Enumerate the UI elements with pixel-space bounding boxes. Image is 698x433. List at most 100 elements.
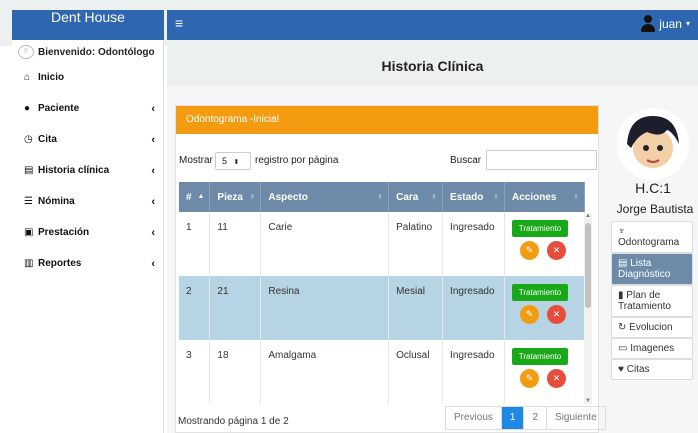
cell-pieza: 18 xyxy=(209,340,262,404)
home-icon: ⌂ xyxy=(24,72,31,83)
clock-icon: ◷ xyxy=(24,134,33,145)
col-pieza-label: Pieza xyxy=(217,191,243,203)
previous-button[interactable]: Previous xyxy=(446,407,502,429)
delete-icon[interactable]: ✕ xyxy=(547,369,566,388)
show-label: Mostrar xyxy=(179,155,213,166)
table-scrollbar[interactable]: ▲ ▼ xyxy=(584,213,592,404)
page-size-select[interactable]: 5 ⬍ xyxy=(215,152,251,170)
patient-menu-citas[interactable]: ♥ Citas xyxy=(611,359,693,380)
col-num-label: # xyxy=(186,191,192,203)
scroll-thumb[interactable] xyxy=(585,223,591,308)
chevron-left-icon: ‹ xyxy=(151,102,155,115)
clipboard-icon: ▮ xyxy=(618,290,624,301)
patient-menu-imagenes[interactable]: ▭ Imagenes xyxy=(611,338,693,359)
col-acciones-label: Acciones xyxy=(512,191,557,203)
col-cara[interactable]: Cara ⬍ xyxy=(388,182,444,212)
list-icon: ☰ xyxy=(24,196,33,207)
user-icon xyxy=(641,15,656,32)
brand-logo[interactable]: Dent House xyxy=(12,9,164,40)
scroll-up-icon[interactable]: ▲ xyxy=(585,213,591,219)
user-name: juan xyxy=(659,16,682,31)
sidebar-item-paciente[interactable]: ● Paciente ‹ xyxy=(12,93,163,124)
page-2-button[interactable]: 2 xyxy=(524,407,548,429)
cell-aspecto: Resina xyxy=(260,276,390,340)
cell-num: 3 xyxy=(179,340,211,404)
navbar: ≡ juan ▾ xyxy=(167,10,698,40)
edit-icon[interactable]: ✎ xyxy=(520,369,539,388)
page-size-value: 5 xyxy=(222,156,228,166)
cell-cara: Mesial xyxy=(388,276,444,340)
delete-icon[interactable]: ✕ xyxy=(547,305,566,324)
report-icon: ▥ xyxy=(24,258,34,269)
cell-acciones: Tratamiento ✎ ✕ xyxy=(504,212,585,276)
pagination: Previous 1 2 Siguiente xyxy=(445,406,606,430)
cell-estado: Ingresado xyxy=(442,340,505,404)
table-row[interactable]: 1 11 Carie Palatino Ingresado Tratamiento ✎ ✕ xyxy=(179,212,585,276)
per-page-label: registro por página xyxy=(255,155,339,166)
col-num[interactable]: # ▲ xyxy=(179,182,211,212)
page-1-button[interactable]: 1 xyxy=(501,407,525,429)
sidebar-item-label: Nómina xyxy=(38,196,75,207)
col-pieza[interactable]: Pieza ⬍ xyxy=(209,182,262,212)
edit-icon[interactable]: ✎ xyxy=(520,305,539,324)
treatment-button[interactable]: Tratamiento xyxy=(512,348,568,365)
odontograma-card: Odontograma -Inicial Mostrar 5 ⬍ registr… xyxy=(175,105,599,433)
cell-pieza: 11 xyxy=(209,212,262,276)
sidebar-item-label: Prestación xyxy=(38,227,90,238)
welcome-block: 🦷 Bienvenido: Odontólogo xyxy=(12,40,163,62)
sort-icon: ⬍ xyxy=(431,194,438,201)
cell-cara: Palatino xyxy=(388,212,444,276)
pagination-info: Mostrando página 1 de 2 xyxy=(178,416,289,427)
treatment-button[interactable]: Tratamiento xyxy=(512,284,568,301)
sidebar-item-cita[interactable]: ◷ Cita ‹ xyxy=(12,124,163,155)
medkit-icon: ▣ xyxy=(24,227,34,238)
col-acciones[interactable]: Acciones ⬍ xyxy=(504,182,585,212)
cell-estado: Ingresado xyxy=(442,276,505,340)
odontograma-table: # ▲ Pieza ⬍ Aspecto ⬍ Cara ⬍ Estado ⬍ Accione… xyxy=(179,182,585,404)
patient-menu-lista-diagn-stico[interactable]: ▤ Lista Diagnóstico xyxy=(611,253,693,285)
cell-pieza: 21 xyxy=(209,276,262,340)
patient-menu-label: Citas xyxy=(626,364,650,375)
sidebar: 🦷 Bienvenido: Odontólogo ⌂ Inicio ● Pacient… xyxy=(12,40,164,433)
search-input[interactable] xyxy=(486,150,597,170)
sidebar-item-label: Inicio xyxy=(38,72,65,83)
list-icon: ▤ xyxy=(618,258,628,269)
chevron-left-icon: ‹ xyxy=(151,257,155,270)
search-label: Buscar xyxy=(450,155,482,166)
col-aspecto[interactable]: Aspecto ⬍ xyxy=(260,182,390,212)
page-title: Historia Clínica xyxy=(167,46,698,86)
patient-menu-plan-de-tratamiento[interactable]: ▮ Plan de Tratamiento xyxy=(611,285,693,317)
edit-icon[interactable]: ✎ xyxy=(520,241,539,260)
sort-icon: ⬍ xyxy=(377,194,384,201)
chevron-left-icon: ‹ xyxy=(151,164,155,177)
refresh-icon: ↻ xyxy=(618,322,627,333)
cell-acciones: Tratamiento ✎ ✕ xyxy=(504,340,585,404)
next-button[interactable]: Siguiente xyxy=(547,407,605,429)
tooth-icon: ♆ xyxy=(618,226,626,237)
user-menu[interactable]: juan ▾ xyxy=(641,15,690,32)
patient-menu-odontograma[interactable]: ♆ Odontograma xyxy=(611,221,693,253)
scroll-down-icon[interactable]: ▼ xyxy=(585,398,591,404)
sidebar-item-reportes[interactable]: ▥ Reportes ‹ xyxy=(12,248,163,279)
sidebar-item-historiaclnica[interactable]: ▤ Historia clínica ‹ xyxy=(12,155,163,186)
patient-menu-label: Odontograma xyxy=(618,237,680,248)
treatment-button[interactable]: Tratamiento xyxy=(512,220,568,237)
hamburger-menu-icon[interactable]: ≡ xyxy=(175,15,183,31)
cell-aspecto: Carie xyxy=(260,212,390,276)
sidebar-item-inicio[interactable]: ⌂ Inicio xyxy=(12,62,163,93)
col-estado[interactable]: Estado ⬍ xyxy=(442,182,505,212)
clinic-logo-icon: 🦷 xyxy=(18,45,34,59)
table-row[interactable]: 3 18 Amalgama Oclusal Ingresado Tratamiento ✎ ✕ xyxy=(179,340,585,404)
sidebar-item-prestacin[interactable]: ▣ Prestación ‹ xyxy=(12,217,163,248)
patient-menu-evolucion[interactable]: ↻ Evolucion xyxy=(611,317,693,338)
table-row[interactable]: 2 21 Resina Mesial Ingresado Tratamiento ✎ ✕ xyxy=(179,276,585,340)
sidebar-item-label: Historia clínica xyxy=(38,165,110,176)
cell-cara: Oclusal xyxy=(388,340,444,404)
col-estado-label: Estado xyxy=(450,191,484,203)
delete-icon[interactable]: ✕ xyxy=(547,241,566,260)
patient-avatar xyxy=(617,108,689,180)
sidebar-item-label: Paciente xyxy=(38,103,80,114)
sidebar-item-nmina[interactable]: ☰ Nómina ‹ xyxy=(12,186,163,217)
sidebar-item-label: Reportes xyxy=(38,258,82,269)
chevron-left-icon: ‹ xyxy=(151,195,155,208)
